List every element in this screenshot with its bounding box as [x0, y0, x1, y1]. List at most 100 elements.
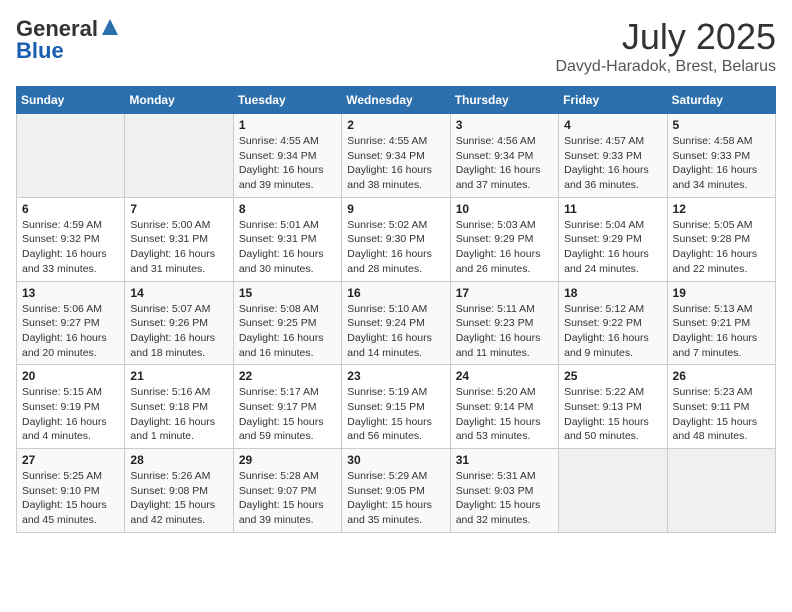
day-number: 22 [239, 369, 336, 383]
day-info: Sunrise: 5:26 AM Sunset: 9:08 PM Dayligh… [130, 469, 227, 528]
day-number: 11 [564, 202, 661, 216]
day-info: Sunrise: 5:02 AM Sunset: 9:30 PM Dayligh… [347, 218, 444, 277]
calendar-week-row: 6 Sunrise: 4:59 AM Sunset: 9:32 PM Daylig… [17, 197, 776, 281]
calendar-header-wednesday: Wednesday [342, 87, 450, 114]
calendar-cell: 21 Sunrise: 5:16 AM Sunset: 9:18 PM Dayli… [125, 365, 233, 449]
calendar-cell: 9 Sunrise: 5:02 AM Sunset: 9:30 PM Daylig… [342, 197, 450, 281]
day-info: Sunrise: 5:23 AM Sunset: 9:11 PM Dayligh… [673, 385, 770, 444]
calendar-cell: 13 Sunrise: 5:06 AM Sunset: 9:27 PM Dayli… [17, 281, 125, 365]
day-info: Sunrise: 5:25 AM Sunset: 9:10 PM Dayligh… [22, 469, 119, 528]
day-number: 1 [239, 118, 336, 132]
calendar-cell [17, 114, 125, 198]
day-info: Sunrise: 5:05 AM Sunset: 9:28 PM Dayligh… [673, 218, 770, 277]
calendar-cell: 20Sunrise: 5:15 AM Sunset: 9:19 PM Dayli… [17, 365, 125, 449]
day-number: 27 [22, 453, 119, 467]
day-info: Sunrise: 4:55 AM Sunset: 9:34 PM Dayligh… [239, 134, 336, 193]
calendar-cell: 29Sunrise: 5:28 AM Sunset: 9:07 PM Dayli… [233, 449, 341, 533]
day-info: Sunrise: 4:59 AM Sunset: 9:32 PM Dayligh… [22, 218, 119, 277]
calendar-cell: 1 Sunrise: 4:55 AM Sunset: 9:34 PM Daylig… [233, 114, 341, 198]
day-number: 26 [673, 369, 770, 383]
calendar-header-monday: Monday [125, 87, 233, 114]
day-number: 19 [673, 286, 770, 300]
calendar-cell: 17 Sunrise: 5:11 AM Sunset: 9:23 PM Dayli… [450, 281, 558, 365]
day-info: Sunrise: 5:17 AM Sunset: 9:17 PM Dayligh… [239, 385, 336, 444]
day-info: Sunrise: 5:15 AM Sunset: 9:19 PM Dayligh… [22, 385, 119, 444]
calendar-week-row: 27 Sunrise: 5:25 AM Sunset: 9:10 PM Dayli… [17, 449, 776, 533]
day-number: 30 [347, 453, 444, 467]
day-number: 2 [347, 118, 444, 132]
calendar-week-row: 1 Sunrise: 4:55 AM Sunset: 9:34 PM Daylig… [17, 114, 776, 198]
day-info: Sunrise: 5:10 AM Sunset: 9:24 PM Dayligh… [347, 302, 444, 361]
day-number: 31 [456, 453, 553, 467]
calendar-cell [125, 114, 233, 198]
day-number: 23 [347, 369, 444, 383]
month-title: July 2025 [555, 16, 776, 58]
calendar-cell: 19 Sunrise: 5:13 AM Sunset: 9:21 PM Dayli… [667, 281, 775, 365]
calendar-cell: 25 Sunrise: 5:22 AM Sunset: 9:13 PM Dayli… [559, 365, 667, 449]
calendar-cell: 31 Sunrise: 5:31 AM Sunset: 9:03 PM Dayli… [450, 449, 558, 533]
calendar-cell: 10Sunrise: 5:03 AM Sunset: 9:29 PM Dayli… [450, 197, 558, 281]
day-number: 8 [239, 202, 336, 216]
calendar-cell: 24 Sunrise: 5:20 AM Sunset: 9:14 PM Dayli… [450, 365, 558, 449]
day-info: Sunrise: 5:22 AM Sunset: 9:13 PM Dayligh… [564, 385, 661, 444]
calendar-header-row: SundayMondayTuesdayWednesdayThursdayFrid… [17, 87, 776, 114]
day-info: Sunrise: 5:12 AM Sunset: 9:22 PM Dayligh… [564, 302, 661, 361]
calendar-header-thursday: Thursday [450, 87, 558, 114]
calendar-cell: 8 Sunrise: 5:01 AM Sunset: 9:31 PM Daylig… [233, 197, 341, 281]
day-info: Sunrise: 5:07 AM Sunset: 9:26 PM Dayligh… [130, 302, 227, 361]
day-number: 6 [22, 202, 119, 216]
day-number: 21 [130, 369, 227, 383]
logo-blue-text: Blue [16, 38, 64, 64]
calendar-cell: 18 Sunrise: 5:12 AM Sunset: 9:22 PM Dayli… [559, 281, 667, 365]
logo-icon [100, 17, 120, 37]
calendar-cell: 14 Sunrise: 5:07 AM Sunset: 9:26 PM Dayli… [125, 281, 233, 365]
calendar-cell: 23 Sunrise: 5:19 AM Sunset: 9:15 PM Dayli… [342, 365, 450, 449]
day-info: Sunrise: 5:13 AM Sunset: 9:21 PM Dayligh… [673, 302, 770, 361]
calendar-cell: 28 Sunrise: 5:26 AM Sunset: 9:08 PM Dayli… [125, 449, 233, 533]
calendar-header-friday: Friday [559, 87, 667, 114]
day-number: 24 [456, 369, 553, 383]
calendar-cell: 2 Sunrise: 4:55 AM Sunset: 9:34 PM Daylig… [342, 114, 450, 198]
day-number: 17 [456, 286, 553, 300]
calendar-cell: 27 Sunrise: 5:25 AM Sunset: 9:10 PM Dayli… [17, 449, 125, 533]
day-info: Sunrise: 4:57 AM Sunset: 9:33 PM Dayligh… [564, 134, 661, 193]
calendar-header-sunday: Sunday [17, 87, 125, 114]
day-number: 12 [673, 202, 770, 216]
day-info: Sunrise: 5:06 AM Sunset: 9:27 PM Dayligh… [22, 302, 119, 361]
day-info: Sunrise: 4:55 AM Sunset: 9:34 PM Dayligh… [347, 134, 444, 193]
day-number: 10 [456, 202, 553, 216]
day-info: Sunrise: 5:01 AM Sunset: 9:31 PM Dayligh… [239, 218, 336, 277]
day-number: 29 [239, 453, 336, 467]
day-info: Sunrise: 5:31 AM Sunset: 9:03 PM Dayligh… [456, 469, 553, 528]
day-number: 13 [22, 286, 119, 300]
day-info: Sunrise: 5:20 AM Sunset: 9:14 PM Dayligh… [456, 385, 553, 444]
calendar-cell: 15Sunrise: 5:08 AM Sunset: 9:25 PM Dayli… [233, 281, 341, 365]
location-subtitle: Davyd-Haradok, Brest, Belarus [555, 58, 776, 76]
calendar-cell: 16Sunrise: 5:10 AM Sunset: 9:24 PM Dayli… [342, 281, 450, 365]
day-info: Sunrise: 4:58 AM Sunset: 9:33 PM Dayligh… [673, 134, 770, 193]
day-number: 15 [239, 286, 336, 300]
calendar-cell: 26 Sunrise: 5:23 AM Sunset: 9:11 PM Dayli… [667, 365, 775, 449]
logo: General Blue [16, 16, 120, 64]
calendar-cell [667, 449, 775, 533]
calendar-cell: 12 Sunrise: 5:05 AM Sunset: 9:28 PM Dayli… [667, 197, 775, 281]
day-number: 9 [347, 202, 444, 216]
day-number: 5 [673, 118, 770, 132]
day-info: Sunrise: 5:00 AM Sunset: 9:31 PM Dayligh… [130, 218, 227, 277]
calendar-cell: 6 Sunrise: 4:59 AM Sunset: 9:32 PM Daylig… [17, 197, 125, 281]
day-number: 18 [564, 286, 661, 300]
calendar-cell: 5 Sunrise: 4:58 AM Sunset: 9:33 PM Daylig… [667, 114, 775, 198]
day-info: Sunrise: 5:29 AM Sunset: 9:05 PM Dayligh… [347, 469, 444, 528]
calendar-cell: 30 Sunrise: 5:29 AM Sunset: 9:05 PM Dayli… [342, 449, 450, 533]
calendar-cell [559, 449, 667, 533]
day-info: Sunrise: 5:11 AM Sunset: 9:23 PM Dayligh… [456, 302, 553, 361]
day-info: Sunrise: 4:56 AM Sunset: 9:34 PM Dayligh… [456, 134, 553, 193]
calendar-week-row: 20Sunrise: 5:15 AM Sunset: 9:19 PM Dayli… [17, 365, 776, 449]
day-info: Sunrise: 5:16 AM Sunset: 9:18 PM Dayligh… [130, 385, 227, 444]
day-number: 14 [130, 286, 227, 300]
day-info: Sunrise: 5:04 AM Sunset: 9:29 PM Dayligh… [564, 218, 661, 277]
day-info: Sunrise: 5:19 AM Sunset: 9:15 PM Dayligh… [347, 385, 444, 444]
page-header: General Blue July 2025 Davyd-Haradok, Br… [16, 16, 776, 76]
day-number: 28 [130, 453, 227, 467]
day-number: 25 [564, 369, 661, 383]
